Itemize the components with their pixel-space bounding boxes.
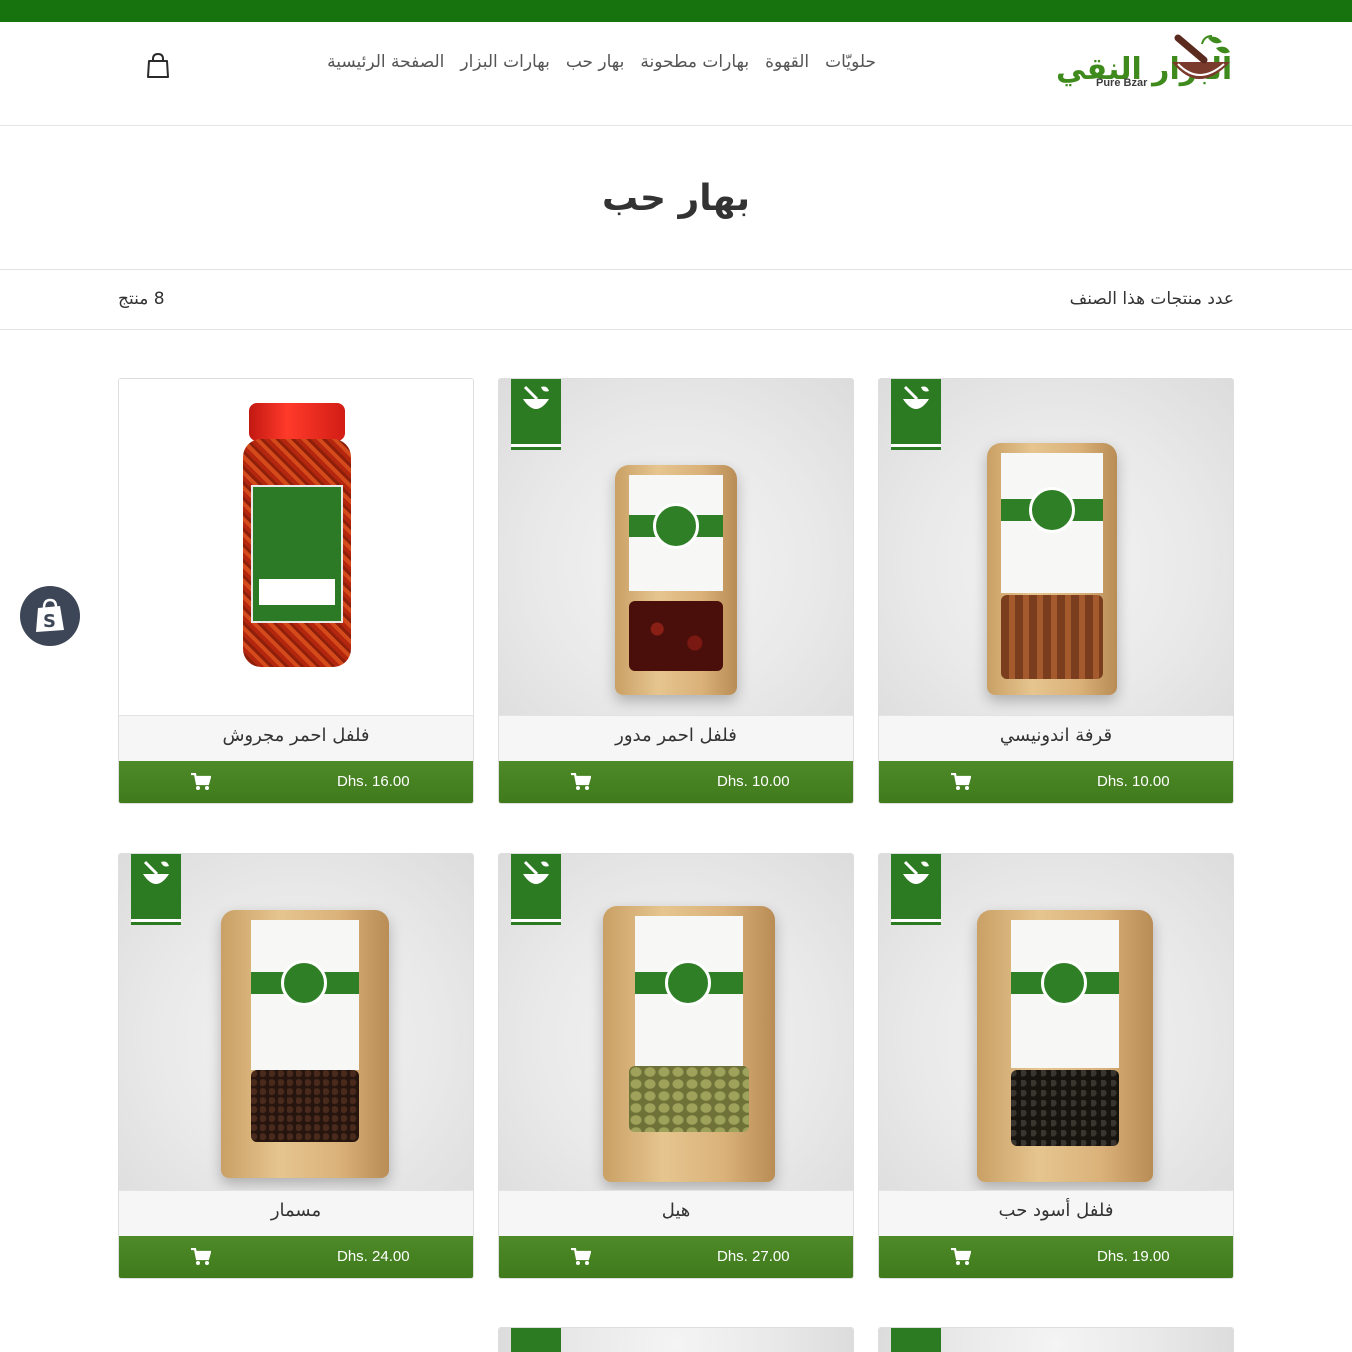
site-header: البزار النقي Pure Bzar الصفحة الرئيسية ب…: [0, 22, 1352, 126]
nav-item-ground-spices[interactable]: بهارات مطحونة: [640, 52, 749, 72]
collection-filter-bar: عدد منتجات هذا الصنف 8 منتج: [0, 270, 1352, 330]
mortar-pestle-icon: [1172, 34, 1230, 79]
nav-item-home[interactable]: الصفحة الرئيسية: [327, 52, 444, 72]
product-title[interactable]: قرفة اندونيسي: [879, 715, 1233, 761]
crushed-pepper-jar-image: [243, 403, 351, 667]
brand-badge-icon: [511, 1328, 561, 1352]
product-action-bar: Dhs. 16.00: [119, 761, 473, 803]
product-title[interactable]: هيل: [499, 1190, 853, 1236]
product-card[interactable]: فلفل احمر مدور Dhs. 10.00: [498, 378, 854, 804]
product-price: Dhs. 10.00: [717, 773, 790, 790]
nav-item-bazar-spices[interactable]: بهارات البزار: [460, 52, 549, 72]
product-title[interactable]: مسمار: [119, 1190, 473, 1236]
product-count-value: 8 منتج: [118, 289, 165, 309]
cart-icon[interactable]: [571, 773, 591, 791]
collection-header: بهار حب: [0, 126, 1352, 270]
product-price: Dhs. 10.00: [1097, 773, 1170, 790]
shopify-icon[interactable]: S: [20, 586, 80, 646]
product-image[interactable]: [499, 1328, 853, 1352]
cinnamon-pouch-image: [987, 443, 1117, 695]
black-pepper-pouch-image: [977, 910, 1153, 1182]
cart-icon[interactable]: [191, 773, 211, 791]
product-action-bar: Dhs. 19.00: [879, 1236, 1233, 1278]
brand-badge-icon: [891, 1328, 941, 1352]
product-image[interactable]: [119, 379, 473, 715]
product-price: Dhs. 16.00: [337, 773, 410, 790]
brand-badge-icon: [891, 854, 941, 922]
nav-item-whole-spices[interactable]: بهار حب: [566, 52, 625, 72]
product-action-bar: Dhs. 10.00: [879, 761, 1233, 803]
product-card[interactable]: قرفة اندونيسي Dhs. 10.00: [878, 378, 1234, 804]
product-card[interactable]: [878, 1327, 1234, 1352]
product-action-bar: Dhs. 10.00: [499, 761, 853, 803]
product-count-label: عدد منتجات هذا الصنف: [1069, 289, 1234, 309]
product-price: Dhs. 19.00: [1097, 1248, 1170, 1265]
shopping-bag-icon[interactable]: [146, 52, 170, 79]
brand-badge-icon: [131, 854, 181, 922]
product-price: Dhs. 27.00: [717, 1248, 790, 1265]
product-title[interactable]: فلفل احمر مدور: [499, 715, 853, 761]
cloves-pouch-image: [221, 910, 389, 1178]
cart-icon[interactable]: [951, 1248, 971, 1266]
brand-badge-icon: [891, 379, 941, 447]
svg-text:S: S: [43, 611, 56, 632]
product-action-bar: Dhs. 24.00: [119, 1236, 473, 1278]
product-image[interactable]: [879, 379, 1233, 715]
brand-logo[interactable]: البزار النقي Pure Bzar: [1052, 34, 1234, 98]
brand-name-en: Pure Bzar: [1096, 77, 1148, 89]
main-nav: الصفحة الرئيسية بهارات البزار بهار حب به…: [327, 52, 876, 72]
brand-badge-icon: [511, 854, 561, 922]
announcement-bar: [0, 0, 1352, 22]
red-pepper-pouch-image: [615, 465, 737, 695]
cardamom-pouch-image: [603, 906, 775, 1182]
nav-item-coffee[interactable]: القهوة: [765, 52, 809, 72]
product-card[interactable]: [498, 1327, 854, 1352]
product-card[interactable]: هيل Dhs. 27.00: [498, 853, 854, 1279]
page-title: بهار حب: [601, 178, 751, 219]
product-image[interactable]: [879, 854, 1233, 1190]
product-title[interactable]: فلفل احمر مجروش: [119, 715, 473, 761]
cart-icon[interactable]: [951, 773, 971, 791]
product-image[interactable]: [119, 854, 473, 1190]
product-image[interactable]: [499, 379, 853, 715]
nav-item-sweets[interactable]: حلويّات: [825, 52, 876, 72]
cart-icon[interactable]: [191, 1248, 211, 1266]
product-action-bar: Dhs. 27.00: [499, 1236, 853, 1278]
product-image[interactable]: [499, 854, 853, 1190]
product-image[interactable]: [879, 1328, 1233, 1352]
product-card[interactable]: مسمار Dhs. 24.00: [118, 853, 474, 1279]
cart-icon[interactable]: [571, 1248, 591, 1266]
brand-badge-icon: [511, 379, 561, 447]
product-price: Dhs. 24.00: [337, 1248, 410, 1265]
product-title[interactable]: فلفل أسود حب: [879, 1190, 1233, 1236]
product-card[interactable]: فلفل احمر مجروش Dhs. 16.00: [118, 378, 474, 804]
product-card[interactable]: فلفل أسود حب Dhs. 19.00: [878, 853, 1234, 1279]
